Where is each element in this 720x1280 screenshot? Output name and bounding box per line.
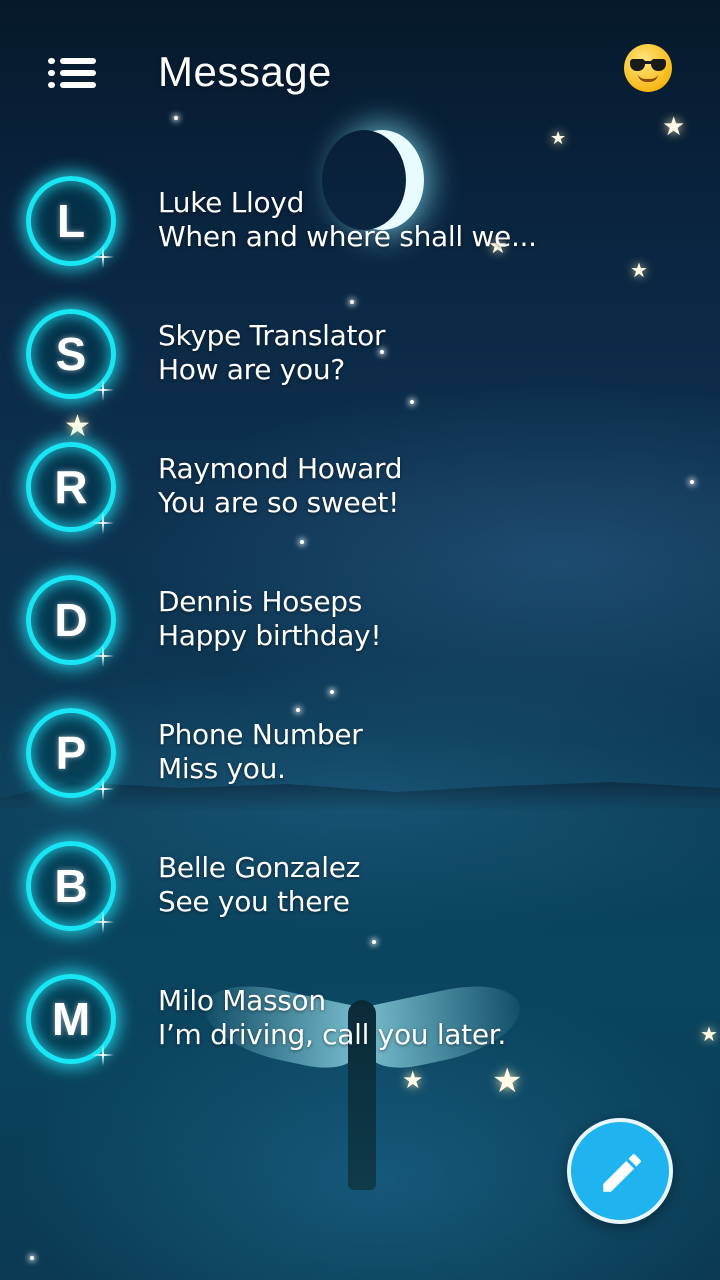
message-preview: See you there <box>158 885 350 918</box>
contact-name: Luke Lloyd <box>158 186 305 219</box>
avatar-initial: R <box>54 461 88 513</box>
sparkle-icon <box>92 512 114 534</box>
avatar-initial: L <box>56 195 86 247</box>
avatar-initial: S <box>55 328 87 380</box>
message-preview: I’m driving, call you later. <box>158 1018 507 1051</box>
sparkle-icon <box>92 911 114 933</box>
sparkle-icon <box>92 645 114 667</box>
hamburger-menu-icon <box>60 70 96 76</box>
contact-name: Phone Number <box>158 718 363 751</box>
avatar-initial: D <box>54 594 88 646</box>
app-header: Message <box>0 0 720 150</box>
compose-button[interactable] <box>567 1118 673 1224</box>
emoji-theme-button[interactable] <box>624 44 672 92</box>
sunglasses-face-emoji-icon <box>630 59 666 71</box>
sparkle-icon <box>92 379 114 401</box>
avatar-initial: P <box>55 727 87 779</box>
hamburger-menu-icon <box>48 82 55 88</box>
conversation-item[interactable]: R Raymond Howard You are so sweet! <box>0 436 720 546</box>
hamburger-menu-icon <box>48 58 55 64</box>
conversation-item[interactable]: M Milo Masson I’m driving, call you late… <box>0 968 720 1078</box>
message-preview: You are so sweet! <box>158 486 400 519</box>
star-decoration <box>330 690 334 694</box>
message-preview: How are you? <box>158 353 345 386</box>
hamburger-menu-icon <box>60 58 96 64</box>
contact-name: Raymond Howard <box>158 452 403 485</box>
message-preview: When and where shall we... <box>158 220 537 253</box>
avatar-initial: M <box>51 993 91 1045</box>
conversation-item[interactable]: S Skype Translator How are you? <box>0 303 720 413</box>
conversation-item[interactable]: D Dennis Hoseps Happy birthday! <box>0 569 720 679</box>
contact-name: Dennis Hoseps <box>158 585 363 618</box>
conversation-item[interactable]: L Luke Lloyd When and where shall we... <box>0 170 720 280</box>
avatar-initial: B <box>54 860 88 912</box>
star-decoration <box>30 1256 34 1260</box>
page-title: Message <box>158 48 332 95</box>
message-preview: Happy birthday! <box>158 619 382 652</box>
hamburger-menu-icon <box>48 70 55 76</box>
sparkle-icon <box>92 1044 114 1066</box>
conversation-item[interactable]: P Phone Number Miss you. <box>0 702 720 812</box>
contact-name: Skype Translator <box>158 319 386 352</box>
message-preview: Miss you. <box>158 752 286 785</box>
contact-name: Milo Masson <box>158 984 326 1017</box>
menu-button[interactable] <box>48 58 98 92</box>
sparkle-icon <box>92 246 114 268</box>
sparkle-icon <box>92 778 114 800</box>
contact-name: Belle Gonzalez <box>158 851 361 884</box>
conversation-item[interactable]: B Belle Gonzalez See you there <box>0 835 720 945</box>
pencil-icon <box>603 1154 641 1192</box>
hamburger-menu-icon <box>60 82 96 88</box>
